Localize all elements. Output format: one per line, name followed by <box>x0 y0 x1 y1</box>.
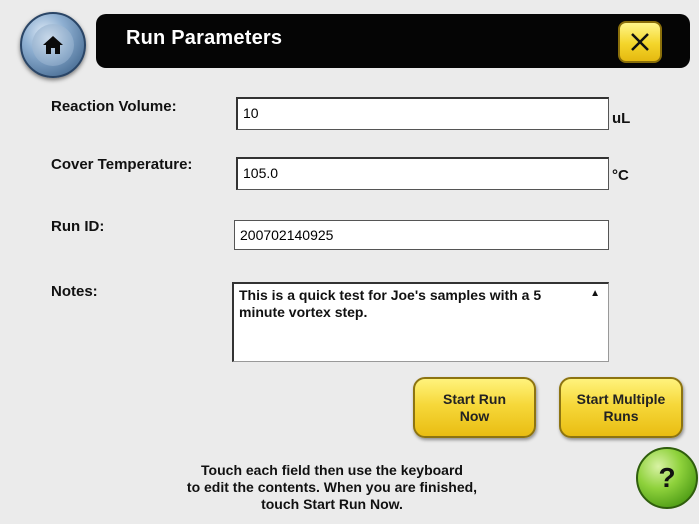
home-button[interactable] <box>20 12 86 78</box>
close-button[interactable] <box>618 21 662 63</box>
reaction-volume-unit: uL <box>612 110 631 127</box>
reaction-volume-field[interactable]: 10 <box>236 97 609 130</box>
run-id-label: Run ID: <box>51 218 105 235</box>
help-button[interactable]: ? <box>636 447 698 509</box>
start-run-now-button[interactable]: Start Run Now <box>413 377 536 438</box>
notes-text: This is a quick test for Joe's samples w… <box>239 287 542 320</box>
cover-temperature-label: Cover Temperature: <box>51 156 193 173</box>
page-title: Run Parameters <box>126 27 283 49</box>
start-multiple-runs-button[interactable]: Start Multiple Runs <box>559 377 683 438</box>
instructions-text: Touch each field then use the keyboard t… <box>186 462 478 512</box>
reaction-volume-label: Reaction Volume: <box>51 98 177 115</box>
run-id-field[interactable]: 200702140925 <box>234 220 609 250</box>
title-bar: Run Parameters <box>96 14 690 68</box>
cover-temperature-field[interactable]: 105.0 <box>236 157 609 190</box>
home-icon <box>32 24 74 66</box>
close-icon <box>631 33 649 51</box>
notes-field[interactable]: This is a quick test for Joe's samples w… <box>232 282 609 362</box>
cover-temperature-unit: °C <box>612 167 629 184</box>
scroll-indicator-icon: ▲ <box>590 288 600 299</box>
help-icon: ? <box>658 462 676 493</box>
notes-label: Notes: <box>51 283 98 300</box>
